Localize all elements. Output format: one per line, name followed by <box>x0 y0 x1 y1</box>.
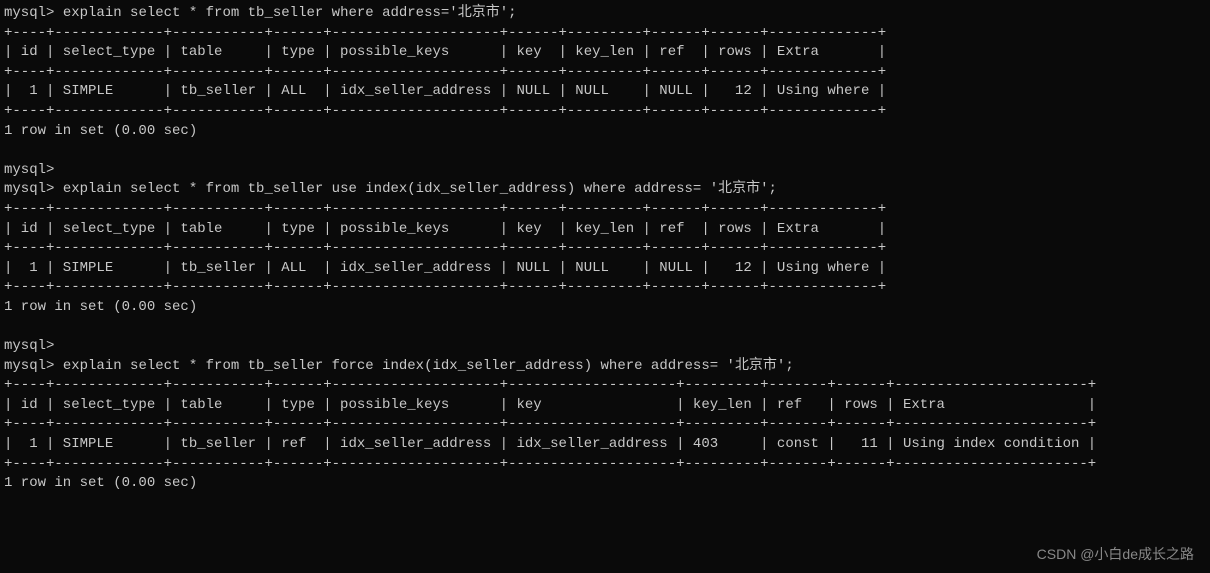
mysql-prompt: mysql> <box>4 358 54 374</box>
result-footer: 1 row in set (0.00 sec) <box>4 299 197 315</box>
sql-query-3: explain select * from tb_seller force in… <box>63 358 794 374</box>
table-separator: +----+-------------+-----------+------+-… <box>4 64 886 80</box>
table-header: | id | select_type | table | type | poss… <box>4 397 1096 413</box>
table-separator: +----+-------------+-----------+------+-… <box>4 279 886 295</box>
mysql-prompt: mysql> <box>4 5 54 21</box>
table-separator: +----+-------------+-----------+------+-… <box>4 377 1096 393</box>
table-separator: +----+-------------+-----------+------+-… <box>4 416 1096 432</box>
table-separator: +----+-------------+-----------+------+-… <box>4 103 886 119</box>
table-header: | id | select_type | table | type | poss… <box>4 221 886 237</box>
terminal-output: mysql> explain select * from tb_seller w… <box>4 4 1210 494</box>
result-footer: 1 row in set (0.00 sec) <box>4 475 197 491</box>
sql-query-1: explain select * from tb_seller where ad… <box>63 5 517 21</box>
table-separator: +----+-------------+-----------+------+-… <box>4 201 886 217</box>
table-row: | 1 | SIMPLE | tb_seller | ALL | idx_sel… <box>4 260 886 276</box>
mysql-prompt: mysql> <box>4 338 54 354</box>
table-separator: +----+-------------+-----------+------+-… <box>4 456 1096 472</box>
table-separator: +----+-------------+-----------+------+-… <box>4 25 886 41</box>
table-row: | 1 | SIMPLE | tb_seller | ALL | idx_sel… <box>4 83 886 99</box>
watermark-text: CSDN @小白de成长之路 <box>1037 545 1194 565</box>
mysql-prompt: mysql> <box>4 181 54 197</box>
result-footer: 1 row in set (0.00 sec) <box>4 123 197 139</box>
mysql-prompt: mysql> <box>4 162 54 178</box>
table-separator: +----+-------------+-----------+------+-… <box>4 240 886 256</box>
table-header: | id | select_type | table | type | poss… <box>4 44 886 60</box>
table-row: | 1 | SIMPLE | tb_seller | ref | idx_sel… <box>4 436 1096 452</box>
sql-query-2: explain select * from tb_seller use inde… <box>63 181 777 197</box>
